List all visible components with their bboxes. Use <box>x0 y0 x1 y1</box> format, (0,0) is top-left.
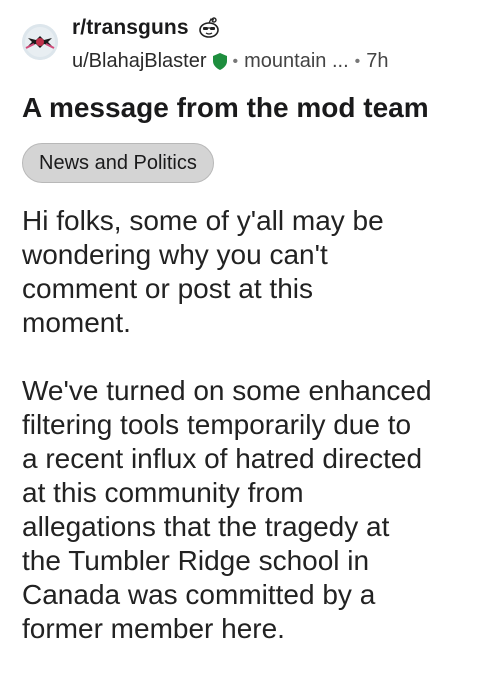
body-line: the Tumbler Ridge school in <box>22 545 370 576</box>
body-line: filtering tools temporarily due to <box>22 409 412 440</box>
body-line: allegations that the tragedy at <box>22 511 390 542</box>
post-age: 7h <box>366 50 389 72</box>
body-paragraph-2: We've turned on some enhanced filtering … <box>22 374 482 646</box>
post-flair-label: News and Politics <box>39 151 197 174</box>
body-line: former member here. <box>22 613 285 644</box>
body-line: Canada was committed by a <box>22 579 376 610</box>
body-line: We've turned on some enhanced <box>22 375 432 406</box>
user-flair: mountain ... <box>244 50 349 72</box>
post-title[interactable]: A message from the mod team <box>22 92 429 124</box>
mod-snoo-icon <box>197 17 221 39</box>
body-line: at this community from <box>22 477 304 508</box>
body-line: a recent influx of hatred directed <box>22 443 423 474</box>
meta-separator: • <box>354 52 361 70</box>
post-flair-tag[interactable]: News and Politics <box>22 143 214 183</box>
subreddit-avatar-icon[interactable] <box>22 24 58 60</box>
post-header: r/transguns u/BlahajBlaster • mountain .… <box>22 10 482 80</box>
body-line: Hi folks, some of y'all may be <box>22 205 384 236</box>
meta-separator: • <box>232 52 239 70</box>
body-line: comment or post at this <box>22 273 314 304</box>
green-shield-icon <box>212 53 227 70</box>
post-body: Hi folks, some of y'all may be wondering… <box>22 204 482 680</box>
subreddit-name[interactable]: r/transguns <box>72 16 189 40</box>
author-username[interactable]: u/BlahajBlaster <box>72 50 207 73</box>
body-paragraph-1: Hi folks, some of y'all may be wondering… <box>22 204 482 340</box>
body-line: wondering why you can't <box>22 239 328 270</box>
body-line: moment. <box>22 307 131 338</box>
